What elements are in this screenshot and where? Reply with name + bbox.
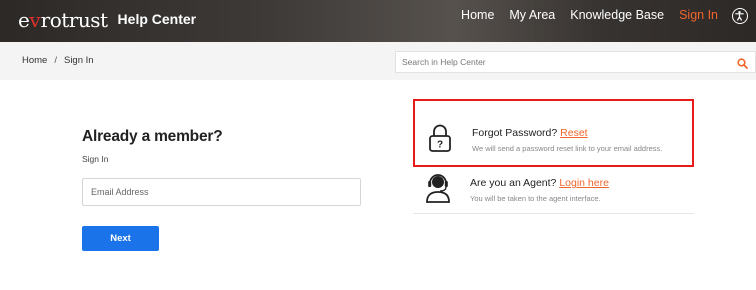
nav-my-area[interactable]: My Area: [509, 8, 555, 22]
main-nav: Home My Area Knowledge Base Sign In: [461, 8, 718, 22]
help-search-box: [395, 51, 756, 73]
accessibility-icon[interactable]: [732, 8, 748, 24]
agent-title: Are you an Agent? Login here: [470, 177, 609, 189]
email-field[interactable]: [83, 179, 360, 205]
breadcrumb: Home / Sign In: [22, 55, 94, 66]
breadcrumb-current: Sign In: [63, 55, 94, 66]
reset-link[interactable]: Reset: [560, 127, 587, 139]
search-icon[interactable]: [737, 56, 748, 74]
evrotrust-logo[interactable]: e v rotrust Help Center: [18, 8, 196, 32]
svg-text:?: ?: [437, 140, 443, 151]
forgot-password-option: ? Forgot Password? Reset We will send a …: [413, 99, 694, 167]
email-field-wrapper: [82, 178, 361, 206]
agent-login-link[interactable]: Login here: [559, 177, 609, 189]
breadcrumb-separator: /: [54, 55, 57, 66]
next-button[interactable]: Next: [82, 226, 159, 251]
forgot-password-title: Forgot Password? Reset: [472, 127, 588, 139]
lock-icon: ?: [427, 123, 453, 158]
breadcrumb-bar: Home / Sign In: [0, 42, 756, 80]
help-center-sign-in-page: e v rotrust Help Center Home My Area Kno…: [0, 0, 756, 290]
agent-desc: You will be taken to the agent interface…: [470, 194, 601, 203]
nav-sign-in[interactable]: Sign In: [679, 8, 718, 22]
logo-text-start: e: [18, 8, 30, 32]
login-panel: Already a member? Sign In Next: [82, 128, 362, 251]
agent-label: Are you an Agent?: [470, 177, 557, 189]
logo-subtitle: Help Center: [117, 11, 197, 27]
login-title: Already a member?: [82, 128, 223, 145]
nav-home[interactable]: Home: [461, 8, 494, 22]
top-header: e v rotrust Help Center Home My Area Kno…: [0, 0, 756, 42]
breadcrumb-home[interactable]: Home: [22, 55, 47, 66]
headset-agent-icon: [425, 172, 451, 209]
agent-option: Are you an Agent? Login here You will be…: [413, 168, 694, 214]
forgot-password-desc: We will send a password reset link to yo…: [472, 144, 663, 153]
logo-text-end: rotrust: [40, 8, 108, 32]
logo-text-v: v: [29, 8, 41, 32]
search-input[interactable]: [396, 52, 716, 72]
login-subtitle: Sign In: [82, 154, 109, 164]
forgot-password-label: Forgot Password?: [472, 127, 558, 139]
nav-knowledge-base[interactable]: Knowledge Base: [570, 8, 664, 22]
